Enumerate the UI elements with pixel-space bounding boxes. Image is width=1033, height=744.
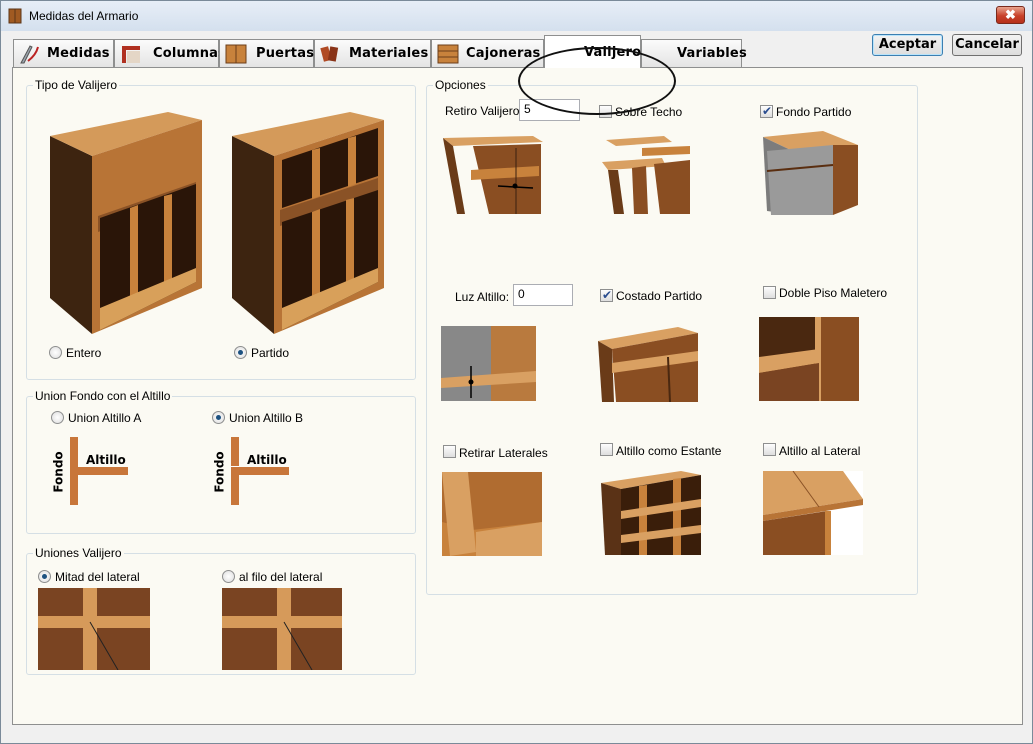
uniones-valijero-group: Uniones Valijero Mitad del lateral al fi… xyxy=(26,546,416,675)
dialog-content: Medidas Columnas Puertas Materiales Cajo… xyxy=(8,31,1025,738)
entero-radio[interactable] xyxy=(49,346,62,359)
altillo-lateral-checkbox[interactable] xyxy=(763,443,776,456)
title-bar[interactable]: Medidas del Armario ✖ xyxy=(1,1,1032,31)
dialog-window: Medidas del Armario ✖ Medidas Columnas P… xyxy=(0,0,1033,744)
cancel-button[interactable]: Cancelar xyxy=(952,34,1022,56)
costado-partido-image xyxy=(598,327,698,402)
tab-label: Puertas xyxy=(256,46,315,61)
tab-variables[interactable]: Variables xyxy=(641,39,747,67)
tab-label: Valijero xyxy=(584,45,642,60)
tab-puertas[interactable]: Puertas xyxy=(219,39,314,67)
fondo-partido-checkbox[interactable] xyxy=(760,104,773,118)
sobre-techo-checkbox[interactable] xyxy=(599,105,612,118)
group-title: Union Fondo con el Altillo xyxy=(33,389,173,403)
costado-partido-label: Costado Partido xyxy=(616,289,703,303)
union-a-diagram: Altillo Fondo xyxy=(52,437,132,507)
costado-partido-checkbox[interactable] xyxy=(600,288,613,302)
fondo-label: Fondo xyxy=(213,451,227,493)
tab-columnas[interactable]: Columnas xyxy=(114,39,226,67)
tab-label: Columnas xyxy=(153,46,227,61)
retirar-laterales-checkbox[interactable] xyxy=(443,445,456,458)
wardrobe-app-icon xyxy=(8,8,22,24)
columns-icon xyxy=(122,46,140,63)
close-button[interactable]: ✖ xyxy=(996,6,1025,24)
sobre-techo-image xyxy=(602,136,690,214)
doors-icon xyxy=(225,44,247,64)
partido-radio[interactable] xyxy=(234,346,247,359)
union-b-radio[interactable] xyxy=(212,411,225,424)
union-b-label: Union Altillo B xyxy=(229,411,304,425)
tab-label: Variables xyxy=(677,46,747,61)
filo-lateral-image xyxy=(222,588,342,670)
accept-button[interactable]: Aceptar xyxy=(872,34,943,56)
materials-icon xyxy=(320,46,339,62)
sobre-techo-label: Sobre Techo xyxy=(615,105,683,119)
filo-lateral-label: al filo del lateral xyxy=(239,570,323,584)
retiro-valijero-image xyxy=(443,136,543,214)
luz-altillo-label: Luz Altillo: xyxy=(455,290,510,304)
doble-piso-image xyxy=(759,317,859,401)
retirar-laterales-image xyxy=(442,472,542,556)
mitad-lateral-image xyxy=(38,588,150,670)
doble-piso-label: Doble Piso Maletero xyxy=(779,286,888,300)
altillo-estante-checkbox[interactable] xyxy=(600,443,613,456)
mitad-lateral-label: Mitad del lateral xyxy=(55,570,140,584)
tab-materiales[interactable]: Materiales xyxy=(314,39,431,67)
tab-label: Medidas xyxy=(47,46,110,61)
union-b-diagram: Altillo Fondo xyxy=(213,437,293,507)
luz-altillo-input[interactable]: 0 xyxy=(513,284,573,306)
altillo-label: Altillo xyxy=(247,453,287,467)
altillo-label: Altillo xyxy=(86,453,126,467)
entero-label: Entero xyxy=(66,346,102,360)
luz-altillo-image xyxy=(441,326,536,401)
wardrobe-entero-image xyxy=(50,112,202,334)
union-a-radio[interactable] xyxy=(51,411,64,424)
retiro-valijero-input[interactable]: 5 xyxy=(519,99,580,121)
window-title: Medidas del Armario xyxy=(29,9,139,23)
retirar-laterales-label: Retirar Laterales xyxy=(459,446,548,460)
altillo-lateral-image xyxy=(763,471,863,555)
valijero-panel: Tipo de Valijero Entero Partido Union Fo… xyxy=(12,67,1023,725)
drawers-icon xyxy=(437,44,459,64)
group-title: Opciones xyxy=(433,78,488,92)
fondo-partido-label: Fondo Partido xyxy=(776,105,852,119)
mitad-lateral-radio[interactable] xyxy=(38,570,51,583)
opciones-group: Opciones Retiro Valijero : 5 Sobre Techo… xyxy=(426,78,918,595)
tab-label: Cajoneras xyxy=(466,46,541,61)
doble-piso-checkbox[interactable] xyxy=(763,286,776,299)
union-a-label: Union Altillo A xyxy=(68,411,142,425)
retiro-valijero-label: Retiro Valijero : xyxy=(445,104,527,118)
partido-label: Partido xyxy=(251,346,290,360)
tab-label: Materiales xyxy=(349,46,429,61)
altillo-estante-label: Altillo como Estante xyxy=(616,444,722,458)
union-fondo-group: Union Fondo con el Altillo Union Altillo… xyxy=(26,389,416,534)
group-title: Uniones Valijero xyxy=(33,546,124,560)
altillo-lateral-label: Altillo al Lateral xyxy=(779,444,861,458)
tab-cajoneras[interactable]: Cajoneras xyxy=(431,39,544,67)
wardrobe-partido-image xyxy=(232,112,384,334)
tab-valijero[interactable]: Valijero xyxy=(544,35,641,68)
tipo-valijero-group: Tipo de Valijero Entero Partido xyxy=(26,78,416,380)
altillo-estante-image xyxy=(601,471,701,555)
fondo-partido-image xyxy=(763,131,858,215)
filo-lateral-radio[interactable] xyxy=(222,570,235,583)
measure-icon xyxy=(20,45,39,64)
group-title: Tipo de Valijero xyxy=(33,78,120,92)
tab-medidas[interactable]: Medidas xyxy=(13,39,114,67)
fondo-label: Fondo xyxy=(52,451,66,493)
